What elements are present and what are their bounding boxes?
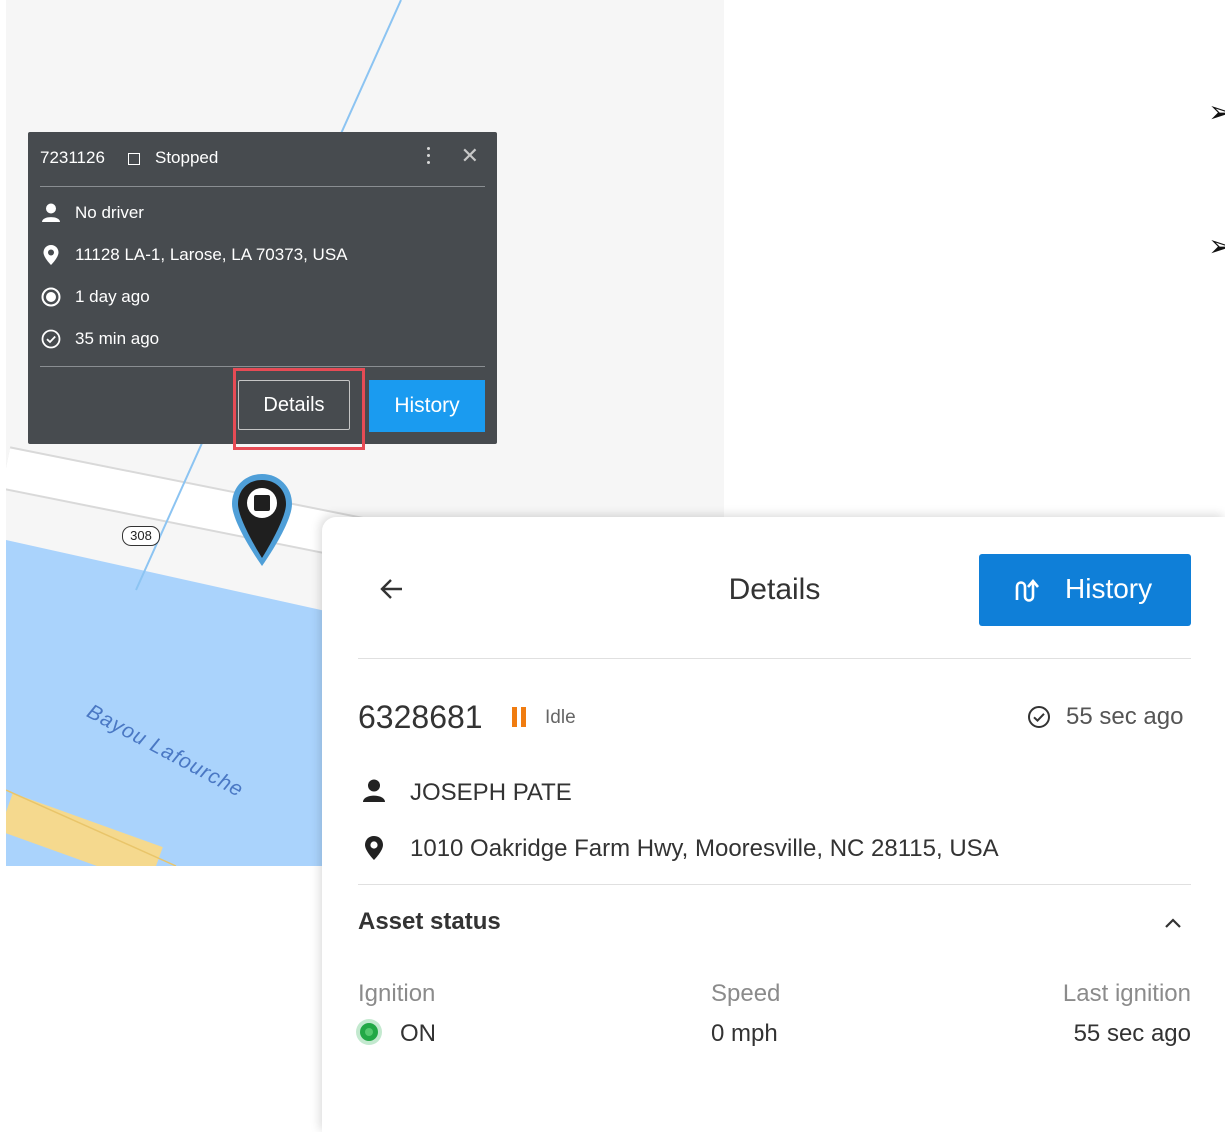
check-circle-icon (41, 329, 61, 349)
gps-signal-icon (41, 287, 61, 307)
bullet-arrow-icon: ➢ (1208, 96, 1225, 129)
driver-name: JOSEPH PATE (410, 779, 572, 806)
details-highlight-box (233, 368, 365, 450)
asset-id: 6328681 (358, 699, 483, 735)
popup-divider (40, 366, 485, 367)
popup-address: 11128 LA-1, Larose, LA 70373, USA (75, 245, 348, 264)
history-button-label: History (1065, 573, 1153, 604)
speed-value: 0 mph (711, 1020, 778, 1047)
last-ignition-value: 55 sec ago (1073, 1020, 1191, 1047)
person-icon (42, 203, 60, 222)
more-options-icon[interactable] (423, 144, 433, 172)
close-icon[interactable]: ✕ (461, 145, 479, 167)
last-update: 55 sec ago (1066, 703, 1184, 730)
asset-address: 1010 Oakridge Farm Hwy, Mooresville, NC … (410, 835, 999, 862)
asset-status: Idle (545, 707, 576, 728)
speed-label: Speed (711, 980, 781, 1007)
route-shield: 308 (122, 526, 160, 546)
stopped-icon (128, 153, 140, 165)
ignition-label: Ignition (358, 980, 436, 1007)
location-pin-icon (43, 245, 59, 265)
divider (358, 884, 1191, 885)
last-ignition-label: Last ignition (1062, 980, 1191, 1007)
person-icon (363, 779, 385, 802)
route-history-icon (1015, 578, 1039, 602)
divider (358, 658, 1191, 659)
asset-status-title: Asset status (358, 908, 501, 935)
stopped-map-pin-icon[interactable] (230, 472, 294, 568)
popup-last-check: 35 min ago (75, 329, 160, 348)
history-button[interactable]: History (369, 380, 485, 432)
bullet-arrow-icon: ➢ (1208, 230, 1225, 263)
popup-status: Stopped (155, 148, 219, 167)
ignition-value: ON (400, 1020, 436, 1047)
details-panel: Details History 6328681 Idle 55 sec ago … (322, 517, 1225, 1132)
check-circle-icon (1028, 706, 1050, 728)
popup-header: 7231126 Stopped ✕ (40, 132, 485, 187)
idle-pause-icon (512, 707, 530, 732)
popup-asset-id: 7231126 (40, 148, 105, 167)
history-button[interactable]: History (979, 554, 1191, 626)
ignition-on-icon (360, 1023, 378, 1041)
popup-last-gps: 1 day ago (75, 287, 150, 306)
chevron-up-icon[interactable] (1162, 915, 1184, 931)
location-pin-icon (365, 836, 383, 860)
popup-driver: No driver (75, 203, 144, 222)
